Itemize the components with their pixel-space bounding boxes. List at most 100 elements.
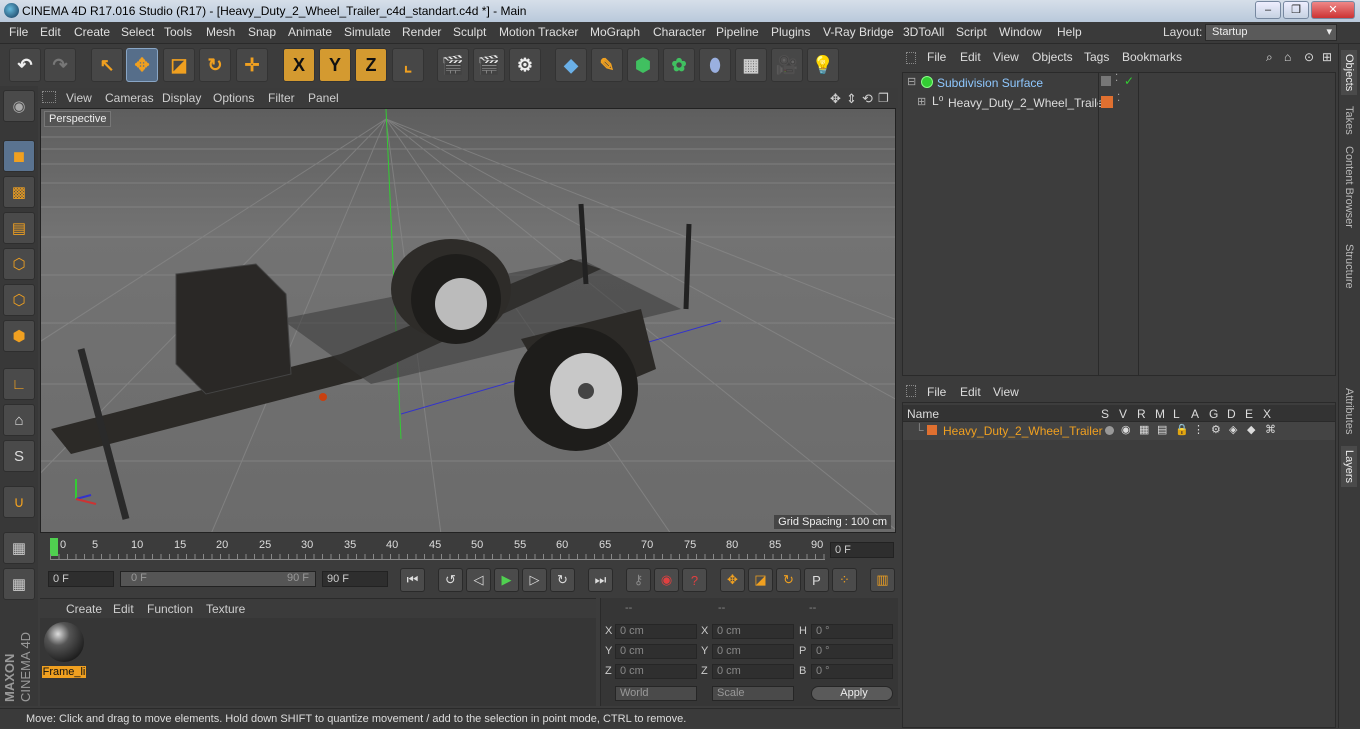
- edges-mode-button[interactable]: ⬡: [3, 284, 35, 316]
- floor-button[interactable]: ▦: [735, 48, 767, 82]
- material-menu-function[interactable]: Function: [147, 602, 193, 616]
- frame-range-slider[interactable]: 0 F 90 F: [120, 571, 316, 587]
- menu-pipeline[interactable]: Pipeline: [716, 25, 759, 39]
- snap-button[interactable]: S: [3, 440, 35, 472]
- menu-file[interactable]: File: [9, 25, 28, 39]
- size-x-field[interactable]: 0 cm: [712, 624, 794, 639]
- camera-button[interactable]: 🎥: [771, 48, 803, 82]
- view-eye-icon[interactable]: ◉: [1121, 423, 1131, 436]
- subdivision-surface-button[interactable]: ⬢: [627, 48, 659, 82]
- undo-button[interactable]: ↶: [9, 48, 41, 82]
- workplane-mode-button[interactable]: ▤: [3, 212, 35, 244]
- y-axis-lock-button[interactable]: Y: [319, 48, 351, 82]
- rotate-tool-button[interactable]: ↻: [199, 48, 231, 82]
- expand-icon[interactable]: ⊞: [917, 95, 926, 108]
- menu-3dtoall[interactable]: 3DToAll: [903, 25, 944, 39]
- key-pla-button[interactable]: ⁘: [832, 568, 857, 592]
- col-render[interactable]: R: [1137, 407, 1146, 421]
- solo-toggle-icon[interactable]: [1105, 426, 1114, 435]
- deformer-icon[interactable]: ◈: [1229, 423, 1237, 436]
- menu-character[interactable]: Character: [653, 25, 706, 39]
- expression-icon[interactable]: ◆: [1247, 423, 1255, 436]
- render-picture-viewer-button[interactable]: 🎬: [473, 48, 505, 82]
- pos-y-field[interactable]: 0 cm: [615, 644, 697, 659]
- axis-mode-button[interactable]: ∟: [3, 368, 35, 400]
- tab-content-browser[interactable]: Content Browser: [1343, 146, 1355, 228]
- points-mode-button[interactable]: ⬡: [3, 248, 35, 280]
- key-position-button[interactable]: ✥: [720, 568, 745, 592]
- menu-help[interactable]: Help: [1057, 25, 1082, 39]
- layers-menu-edit[interactable]: Edit: [960, 385, 981, 399]
- objects-menu-objects[interactable]: Objects: [1032, 50, 1073, 64]
- col-view[interactable]: V: [1119, 407, 1127, 421]
- layer-name[interactable]: Heavy_Duty_2_Wheel_Trailer: [943, 424, 1103, 438]
- col-solo[interactable]: S: [1101, 407, 1109, 421]
- viewport-rotate-icon[interactable]: ⟲: [862, 91, 873, 107]
- x-axis-lock-button[interactable]: X: [283, 48, 315, 82]
- keyframe-selection-button[interactable]: ⚷: [626, 568, 651, 592]
- go-to-end-button[interactable]: ⏭: [588, 568, 613, 592]
- redo-button[interactable]: ↷: [44, 48, 76, 82]
- rot-h-field[interactable]: 0 °: [811, 624, 893, 639]
- menu-window[interactable]: Window: [999, 25, 1042, 39]
- key-parameter-button[interactable]: P: [804, 568, 829, 592]
- material-menu-texture[interactable]: Texture: [206, 602, 245, 616]
- coordinate-system-button[interactable]: ⌞: [392, 48, 424, 82]
- viewport-menu-options[interactable]: Options: [213, 91, 254, 105]
- menu-render[interactable]: Render: [402, 25, 441, 39]
- tweak-mode-button[interactable]: ⌂: [3, 404, 35, 436]
- workplane-lock-button[interactable]: ▦: [3, 532, 35, 564]
- previous-frame-button[interactable]: ◁: [466, 568, 491, 592]
- render-settings-button[interactable]: ⚙: [509, 48, 541, 82]
- objects-newpanel-icon[interactable]: ⊞: [1322, 50, 1332, 64]
- next-key-button[interactable]: ↻: [550, 568, 575, 592]
- layout-select[interactable]: Startup: [1205, 24, 1337, 41]
- magnet-button[interactable]: ∪: [3, 486, 35, 518]
- transform-tool-button[interactable]: ✛: [236, 48, 268, 82]
- pos-x-field[interactable]: 0 cm: [615, 624, 697, 639]
- play-button[interactable]: ▶: [494, 568, 519, 592]
- material-name[interactable]: Frame_li: [42, 666, 86, 678]
- generator-icon[interactable]: ⚙: [1211, 423, 1221, 436]
- key-rotation-button[interactable]: ↻: [776, 568, 801, 592]
- tab-structure[interactable]: Structure: [1343, 244, 1355, 289]
- layer-row[interactable]: └ Heavy_Duty_2_Wheel_Trailer ◉ ▦ ▤ 🔒 ⋮ ⚙…: [903, 422, 1335, 440]
- cube-object-button[interactable]: ◆: [555, 48, 587, 82]
- menu-mesh[interactable]: Mesh: [206, 25, 235, 39]
- col-manager[interactable]: M: [1155, 407, 1165, 421]
- pos-z-field[interactable]: 0 cm: [615, 664, 697, 679]
- material-menu-edit[interactable]: Edit: [113, 602, 134, 616]
- objects-search-icon[interactable]: ⌕: [1266, 50, 1273, 65]
- menu-create[interactable]: Create: [74, 25, 110, 39]
- objects-menu-edit[interactable]: Edit: [960, 50, 981, 64]
- viewport-menu-display[interactable]: Display: [162, 91, 201, 105]
- go-to-start-button[interactable]: ⏮: [400, 568, 425, 592]
- make-editable-button[interactable]: ◉: [3, 90, 35, 122]
- z-axis-lock-button[interactable]: Z: [355, 48, 387, 82]
- objects-menu-tags[interactable]: Tags: [1084, 50, 1109, 64]
- col-locked[interactable]: L: [1173, 407, 1180, 421]
- size-mode-select[interactable]: Scale: [712, 686, 794, 701]
- deformer-button[interactable]: ⬮: [699, 48, 731, 82]
- start-frame-field[interactable]: 0 F: [48, 571, 114, 587]
- objects-link-icon[interactable]: ⊙: [1304, 50, 1314, 64]
- live-selection-button[interactable]: ↖: [91, 48, 123, 82]
- coordinate-space-select[interactable]: World: [615, 686, 697, 701]
- timeline-ruler[interactable]: 0 5 10 15 20 25 30 35 40 45 50 55 60 65 …: [40, 536, 896, 564]
- col-animation[interactable]: A: [1191, 407, 1199, 421]
- tab-objects[interactable]: Objects: [1341, 50, 1357, 96]
- texture-mode-button[interactable]: ▩: [3, 176, 35, 208]
- close-button[interactable]: ✕: [1311, 1, 1355, 19]
- objects-menu-view[interactable]: View: [993, 50, 1019, 64]
- current-frame-field[interactable]: 0 F: [830, 542, 894, 558]
- objects-home-icon[interactable]: ⌂: [1284, 50, 1291, 64]
- col-xref[interactable]: X: [1263, 407, 1271, 421]
- viewport-menu-filter[interactable]: Filter: [268, 91, 295, 105]
- collapse-icon[interactable]: ⊟: [907, 75, 916, 88]
- viewport-menu-view[interactable]: View: [66, 91, 92, 105]
- layer-color-swatch[interactable]: [927, 425, 937, 435]
- tab-takes[interactable]: Takes: [1343, 106, 1355, 135]
- rot-p-field[interactable]: 0 °: [811, 644, 893, 659]
- layer-color-swatch[interactable]: [1101, 96, 1113, 108]
- scale-tool-button[interactable]: ◪: [163, 48, 195, 82]
